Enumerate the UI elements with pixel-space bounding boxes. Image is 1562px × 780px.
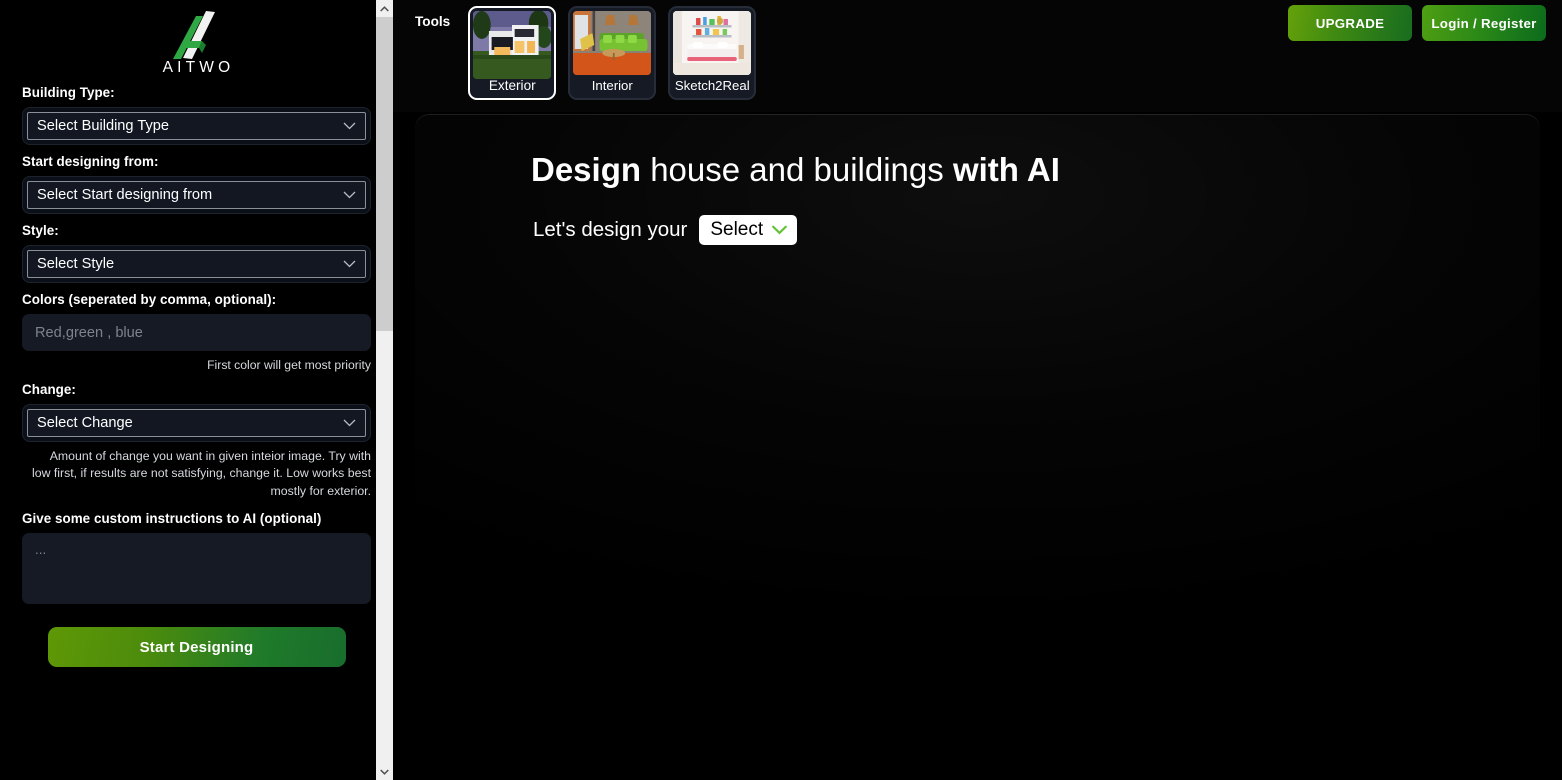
subline-text: Let's design your xyxy=(533,217,688,241)
green-sofa-living-room-image xyxy=(573,11,652,75)
main-area: Tools Exterior Interior Sketch2Real UPGR… xyxy=(393,0,1562,780)
sidebar-panel: AITWO Building Type: Select Building Typ… xyxy=(0,0,393,780)
style-label: Style: xyxy=(22,223,59,238)
change-label: Change: xyxy=(22,382,76,397)
white-bedroom-image xyxy=(673,11,752,75)
field-style: Style: Select Style xyxy=(22,223,371,283)
scrollbar-down-button[interactable] xyxy=(376,763,393,780)
content-panel: Design house and buildings with AI Let's… xyxy=(415,114,1540,780)
design-target-select[interactable]: Select xyxy=(699,214,798,245)
headline-part-1: Design xyxy=(531,151,642,188)
sketch2real-thumbnail xyxy=(673,11,752,75)
tool-card-interior[interactable]: Interior xyxy=(568,6,657,100)
field-building-type: Building Type: Select Building Type xyxy=(22,85,371,145)
sidebar-scrollbar[interactable] xyxy=(376,0,393,780)
tool-label-exterior: Exterior xyxy=(488,78,536,93)
page-title: Design house and buildings with AI xyxy=(415,114,1540,190)
account-actions: UPGRADE Login / Register xyxy=(1288,5,1546,41)
upgrade-button[interactable]: UPGRADE xyxy=(1288,5,1412,41)
colors-input[interactable] xyxy=(22,314,371,351)
brand-name: AITWO xyxy=(162,59,235,76)
headline-part-3: with AI xyxy=(952,151,1060,188)
field-change: Change: Select Change Amount of change y… xyxy=(22,382,371,500)
start-from-select[interactable]: Select Start designing from xyxy=(27,181,366,209)
tool-card-exterior[interactable]: Exterior xyxy=(468,6,557,100)
chevron-up-icon xyxy=(380,5,389,12)
custom-instructions-label: Give some custom instructions to AI (opt… xyxy=(22,511,322,527)
tool-label-interior: Interior xyxy=(591,78,633,93)
start-from-label: Start designing from: xyxy=(22,154,159,169)
tool-card-list: Exterior Interior Sketch2Real xyxy=(468,6,757,100)
design-target-select-wrap: Select xyxy=(699,214,798,245)
change-hint: Amount of change you want in given intei… xyxy=(32,449,371,498)
login-register-button[interactable]: Login / Register xyxy=(1422,5,1546,41)
exterior-thumbnail xyxy=(473,11,552,79)
chevron-down-icon xyxy=(380,768,389,775)
building-type-select[interactable]: Select Building Type xyxy=(27,112,366,140)
style-select[interactable]: Select Style xyxy=(27,250,366,278)
start-designing-button[interactable]: Start Designing xyxy=(47,627,346,668)
brand-logo[interactable]: AITWO xyxy=(22,0,371,85)
field-custom-instructions: Give some custom instructions to AI (opt… xyxy=(22,511,371,609)
top-toolbar: Tools Exterior Interior Sketch2Real UPGR… xyxy=(393,0,1562,112)
app-root: AITWO Building Type: Select Building Typ… xyxy=(0,0,1562,780)
tool-label-sketch2real: Sketch2Real xyxy=(674,78,750,93)
change-select[interactable]: Select Change xyxy=(27,409,366,437)
building-type-label: Building Type: xyxy=(22,85,115,100)
field-colors: Colors (seperated by comma, optional): F… xyxy=(22,292,371,372)
modern-house-exterior-image xyxy=(473,11,552,79)
interior-thumbnail xyxy=(573,11,652,75)
tool-card-sketch2real[interactable]: Sketch2Real xyxy=(668,6,757,100)
colors-hint: First color will get most priority xyxy=(207,358,371,372)
aitwo-triangle-logo-icon xyxy=(172,11,215,59)
colors-label: Colors (seperated by comma, optional): xyxy=(22,292,277,307)
custom-instructions-textarea[interactable] xyxy=(22,533,371,605)
subline: Let's design your Select xyxy=(415,214,1540,245)
headline-part-2: house and buildings xyxy=(641,151,953,188)
tools-label: Tools xyxy=(415,14,451,29)
scrollbar-up-button[interactable] xyxy=(376,0,393,17)
scrollbar-thumb[interactable] xyxy=(376,17,393,331)
field-start-from: Start designing from: Select Start desig… xyxy=(22,154,371,214)
